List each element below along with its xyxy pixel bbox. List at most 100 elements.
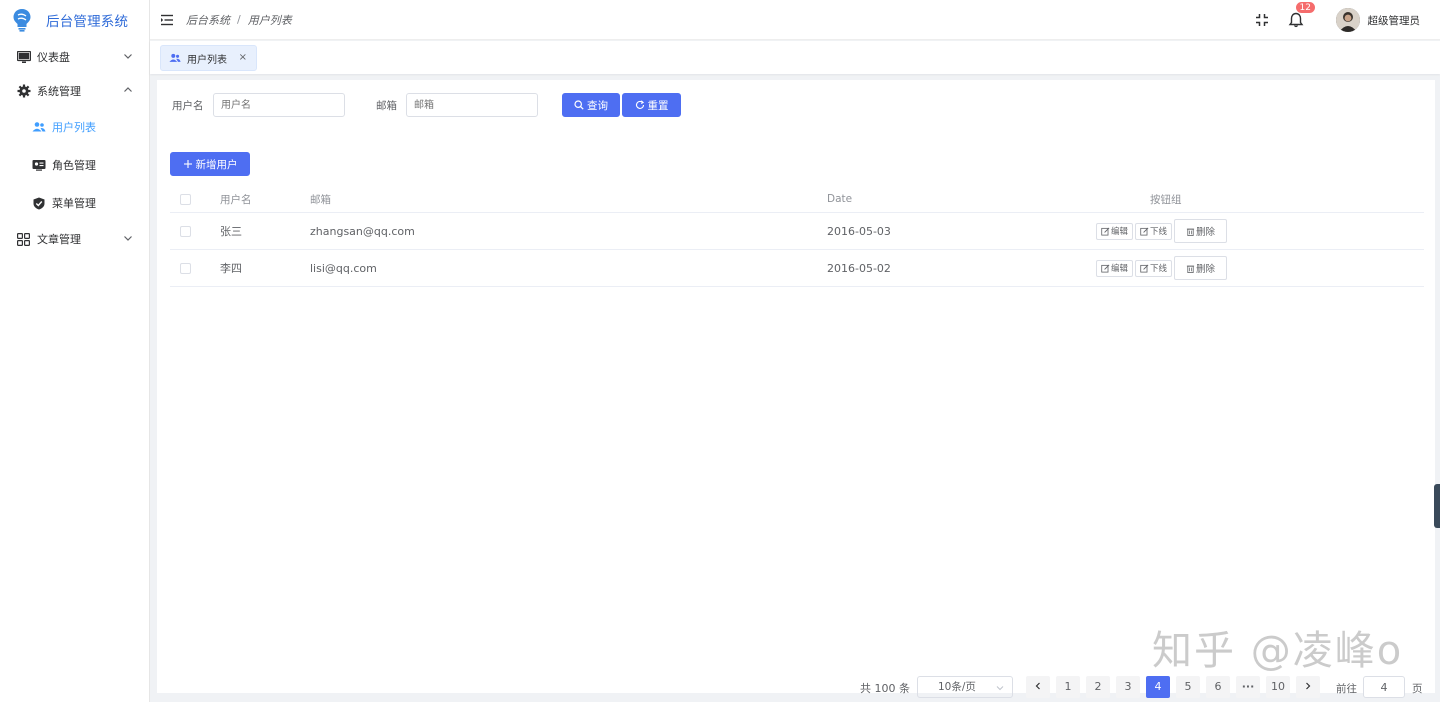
delete-button[interactable]: 删除 bbox=[1174, 256, 1227, 280]
prev-page-button[interactable] bbox=[1026, 676, 1050, 698]
goto-label: 前往 bbox=[1336, 681, 1357, 696]
chevron-left-icon bbox=[1034, 682, 1042, 690]
delete-button[interactable]: 删除 bbox=[1174, 219, 1227, 243]
add-user-button[interactable]: 新增用户 bbox=[170, 152, 250, 176]
page-size-select[interactable]: 10条/页 bbox=[917, 676, 1013, 698]
email-label: 邮箱 bbox=[376, 98, 397, 113]
column-header-username[interactable]: 用户名 bbox=[220, 186, 252, 212]
tags-bar: 用户列表 × bbox=[150, 41, 1440, 74]
column-header-email[interactable]: 邮箱 bbox=[310, 186, 331, 212]
username[interactable]: 超级管理员 bbox=[1368, 13, 1421, 28]
id-card-icon bbox=[32, 158, 46, 172]
chevron-down-icon bbox=[996, 684, 1004, 692]
select-all-checkbox[interactable] bbox=[180, 194, 191, 205]
page-button[interactable]: 6 bbox=[1206, 676, 1230, 698]
chevron-down-icon bbox=[123, 51, 133, 61]
grid-icon bbox=[16, 232, 31, 247]
cell-actions: 编辑 下线 删除 bbox=[1096, 213, 1229, 249]
trash-icon bbox=[1186, 227, 1195, 236]
sidebar-item-label: 角色管理 bbox=[52, 157, 96, 173]
page-button[interactable]: 5 bbox=[1176, 676, 1200, 698]
cell-date: 2016-05-02 bbox=[827, 250, 891, 286]
query-button-label: 查询 bbox=[587, 98, 608, 113]
gear-icon bbox=[16, 84, 31, 99]
menu-item-articles[interactable]: 文章管理 bbox=[0, 222, 149, 256]
cell-username: 李四 bbox=[220, 250, 242, 286]
header: 后台系统 / 用户列表 12 超级管理员 bbox=[150, 0, 1440, 40]
goto-page-input[interactable] bbox=[1363, 676, 1405, 698]
sidebar-item-label: 菜单管理 bbox=[52, 195, 96, 211]
username-label: 用户名 bbox=[172, 98, 204, 113]
table-header-row: 用户名 邮箱 Date 按钮组 bbox=[170, 186, 1424, 213]
offline-button-label: 下线 bbox=[1150, 225, 1167, 237]
close-icon[interactable]: × bbox=[239, 52, 247, 63]
cell-actions: 编辑 下线 删除 bbox=[1096, 250, 1229, 286]
user-table: 用户名 邮箱 Date 按钮组 张三 zhangsan@qq.com 2016-… bbox=[170, 186, 1424, 287]
delete-button-label: 删除 bbox=[1196, 224, 1215, 238]
username-search-input[interactable] bbox=[213, 93, 345, 117]
menu-item-system[interactable]: 系统管理 bbox=[0, 74, 149, 108]
column-header-date[interactable]: Date bbox=[827, 186, 852, 212]
reset-button[interactable]: 重置 bbox=[622, 93, 681, 117]
email-search-input[interactable] bbox=[406, 93, 538, 117]
sidebar-item-menu[interactable]: 菜单管理 bbox=[0, 184, 149, 222]
edit-button[interactable]: 编辑 bbox=[1096, 260, 1133, 277]
row-checkbox[interactable] bbox=[180, 263, 191, 274]
menu-item-label: 系统管理 bbox=[37, 83, 81, 99]
logo[interactable]: 后台管理系统 bbox=[0, 0, 149, 40]
query-button[interactable]: 查询 bbox=[562, 93, 620, 117]
breadcrumb: 后台系统 / 用户列表 bbox=[186, 12, 292, 28]
pagination: 共 100 条 10条/页 1 2 3 4 5 6 ··· 10 前往 页 bbox=[0, 676, 1440, 698]
column-header-actions: 按钮组 bbox=[1150, 186, 1182, 212]
cell-email: zhangsan@qq.com bbox=[310, 213, 415, 249]
edit-icon bbox=[1101, 264, 1110, 273]
side-drawer-handle[interactable] bbox=[1434, 484, 1440, 528]
sidebar-item-role[interactable]: 角色管理 bbox=[0, 146, 149, 184]
page-button[interactable]: 2 bbox=[1086, 676, 1110, 698]
offline-button-label: 下线 bbox=[1150, 262, 1167, 274]
plus-icon bbox=[183, 159, 193, 169]
table-row: 李四 lisi@qq.com 2016-05-02 编辑 下线 删除 bbox=[170, 250, 1424, 287]
refresh-icon bbox=[635, 100, 645, 110]
sidebar-item-user-list[interactable]: 用户列表 bbox=[0, 108, 149, 146]
edit-button[interactable]: 编辑 bbox=[1096, 223, 1133, 240]
add-user-button-label: 新增用户 bbox=[196, 157, 238, 172]
breadcrumb-item-home[interactable]: 后台系统 bbox=[186, 12, 230, 28]
notification-bell[interactable]: 12 bbox=[1288, 12, 1304, 28]
menu-fold-icon[interactable] bbox=[160, 13, 174, 27]
menu-item-dashboard[interactable]: 仪表盘 bbox=[0, 40, 149, 74]
offline-button[interactable]: 下线 bbox=[1135, 260, 1172, 277]
page-button[interactable]: 10 bbox=[1266, 676, 1290, 698]
next-page-button[interactable] bbox=[1296, 676, 1320, 698]
header-right: 12 超级管理员 bbox=[1254, 0, 1421, 40]
page-suffix-label: 页 bbox=[1412, 681, 1423, 696]
edit-button-label: 编辑 bbox=[1111, 225, 1128, 237]
chevron-down-icon bbox=[123, 233, 133, 243]
shield-check-icon bbox=[32, 196, 46, 210]
users-icon bbox=[169, 52, 181, 64]
lightbulb-logo-icon bbox=[12, 8, 32, 32]
page-button[interactable]: 3 bbox=[1116, 676, 1140, 698]
edit-button-label: 编辑 bbox=[1111, 262, 1128, 274]
menu-item-label: 文章管理 bbox=[37, 231, 81, 247]
avatar[interactable] bbox=[1336, 8, 1360, 32]
offline-button[interactable]: 下线 bbox=[1135, 223, 1172, 240]
fullscreen-icon[interactable] bbox=[1254, 12, 1270, 28]
sidebar: 后台管理系统 仪表盘 系统管理 用户列表 角色管理 菜单管理 bbox=[0, 0, 150, 702]
breadcrumb-separator: / bbox=[237, 13, 241, 26]
page-ellipsis[interactable]: ··· bbox=[1236, 676, 1260, 698]
page-button[interactable]: 1 bbox=[1056, 676, 1080, 698]
chevron-right-icon bbox=[1304, 682, 1312, 690]
tag-label: 用户列表 bbox=[187, 51, 227, 66]
edit-icon bbox=[1140, 264, 1149, 273]
cell-username: 张三 bbox=[220, 213, 242, 249]
cell-date: 2016-05-03 bbox=[827, 213, 891, 249]
chevron-up-icon bbox=[123, 85, 133, 95]
tag-user-list[interactable]: 用户列表 × bbox=[160, 45, 257, 71]
reset-button-label: 重置 bbox=[648, 98, 669, 113]
row-checkbox[interactable] bbox=[180, 226, 191, 237]
breadcrumb-item-current: 用户列表 bbox=[248, 12, 292, 28]
bell-icon bbox=[1288, 12, 1304, 28]
page-button-current[interactable]: 4 bbox=[1146, 676, 1170, 698]
delete-button-label: 删除 bbox=[1196, 261, 1215, 275]
